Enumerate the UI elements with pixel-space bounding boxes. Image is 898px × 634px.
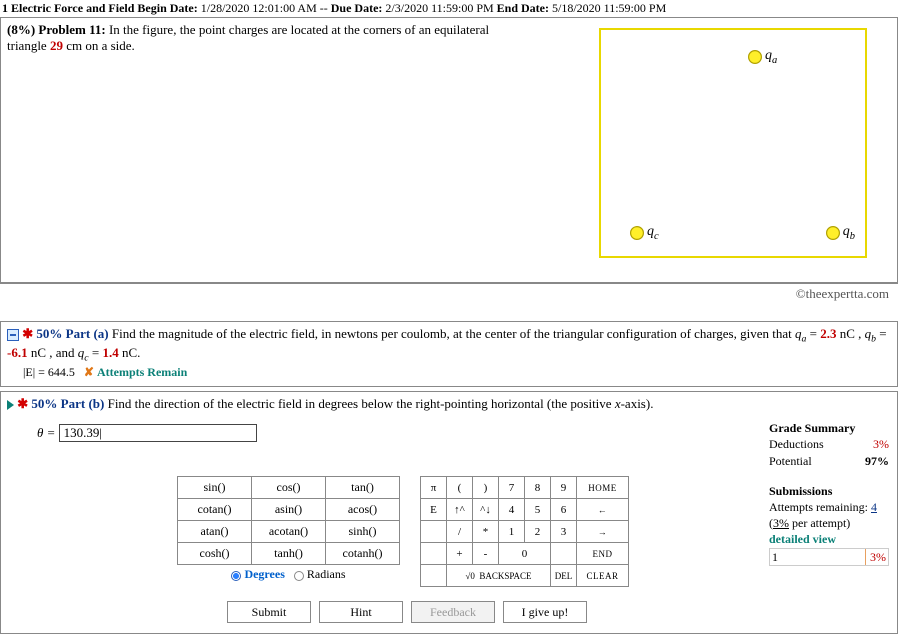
incorrect-icon: ✱ bbox=[22, 326, 33, 341]
func-sinh[interactable]: sinh() bbox=[326, 521, 400, 543]
key-1[interactable]: 1 bbox=[499, 521, 525, 543]
key-right[interactable]: → bbox=[577, 521, 629, 543]
copyright-text: ©theexpertta.com bbox=[796, 286, 889, 302]
collapse-icon[interactable] bbox=[7, 329, 19, 341]
key-pow-down[interactable]: ^↓ bbox=[473, 499, 499, 521]
key-dot[interactable] bbox=[551, 543, 577, 565]
key-3[interactable]: 3 bbox=[551, 521, 577, 543]
key-left[interactable]: ← bbox=[577, 499, 629, 521]
problem-statement: (8%) Problem 11: In the figure, the poin… bbox=[0, 17, 898, 283]
func-acotan[interactable]: acotan() bbox=[252, 521, 326, 543]
func-sin[interactable]: sin() bbox=[178, 477, 252, 499]
key-7[interactable]: 7 bbox=[499, 477, 525, 499]
grade-summary-title: Grade Summary bbox=[769, 421, 855, 435]
part-a: ✱ 50% Part (a) Find the magnitude of the… bbox=[0, 321, 898, 387]
part-a-label: 50% Part (a) bbox=[36, 326, 108, 341]
key-lparen[interactable]: ( bbox=[447, 477, 473, 499]
submissions-title: Submissions bbox=[769, 484, 832, 498]
func-cotan[interactable]: cotan() bbox=[178, 499, 252, 521]
radians-radio[interactable]: Radians bbox=[294, 567, 346, 581]
func-cosh[interactable]: cosh() bbox=[178, 543, 252, 565]
assignment-info-bar: 1 Electric Force and Field Begin Date: 1… bbox=[0, 0, 898, 17]
attempts-remain-link[interactable]: Attempts Remain bbox=[97, 365, 187, 379]
key-5[interactable]: 5 bbox=[525, 499, 551, 521]
giveup-button[interactable]: I give up! bbox=[503, 601, 587, 623]
detailed-view-link[interactable]: detailed view bbox=[769, 532, 836, 546]
key-pow-up[interactable]: ↑^ bbox=[447, 499, 473, 521]
key-clear[interactable]: CLEAR bbox=[577, 565, 629, 587]
key-del[interactable]: DEL bbox=[551, 565, 577, 587]
key-blank3[interactable] bbox=[421, 565, 447, 587]
key-backspace[interactable]: √0 BACKSPACE bbox=[447, 565, 551, 587]
play-icon[interactable] bbox=[7, 400, 14, 410]
func-acos[interactable]: acos() bbox=[326, 499, 400, 521]
problem-weight: (8%) Problem 11: bbox=[7, 22, 106, 37]
grade-sidebar: Grade Summary Deductions3% Potential97% … bbox=[769, 420, 889, 566]
key-9[interactable]: 9 bbox=[551, 477, 577, 499]
key-rparen[interactable]: ) bbox=[473, 477, 499, 499]
part-a-answer: |E| = 644.5 ✘ Attempts Remain bbox=[23, 365, 891, 380]
key-minus[interactable]: - bbox=[473, 543, 499, 565]
key-home[interactable]: HOME bbox=[577, 477, 629, 499]
action-buttons: Submit Hint Feedback I give up! bbox=[227, 601, 891, 623]
key-blank2[interactable] bbox=[421, 543, 447, 565]
key-div[interactable]: / bbox=[447, 521, 473, 543]
x-icon: ✘ bbox=[84, 365, 94, 379]
key-end[interactable]: END bbox=[577, 543, 629, 565]
func-cotanh[interactable]: cotanh() bbox=[326, 543, 400, 565]
degrees-radio[interactable]: Degrees bbox=[231, 567, 284, 581]
func-cos[interactable]: cos() bbox=[252, 477, 326, 499]
key-8[interactable]: 8 bbox=[525, 477, 551, 499]
key-e[interactable]: E bbox=[421, 499, 447, 521]
key-plus[interactable]: + bbox=[447, 543, 473, 565]
func-tan[interactable]: tan() bbox=[326, 477, 400, 499]
charge-qa: qa bbox=[747, 48, 777, 66]
key-blank1[interactable] bbox=[421, 521, 447, 543]
key-4[interactable]: 4 bbox=[499, 499, 525, 521]
charge-qc: qc bbox=[629, 224, 659, 242]
assignment-title: 1 Electric Force and Field bbox=[2, 1, 134, 15]
charge-qb: qb bbox=[825, 224, 855, 242]
key-0[interactable]: 0 bbox=[499, 543, 551, 565]
submit-button[interactable]: Submit bbox=[227, 601, 311, 623]
hint-button[interactable]: Hint bbox=[319, 601, 403, 623]
key-mul[interactable]: * bbox=[473, 521, 499, 543]
feedback-button: Feedback bbox=[411, 601, 495, 623]
function-keypad: sin()cos()tan() cotan()asin()acos() atan… bbox=[177, 476, 400, 585]
part-b-label: 50% Part (b) bbox=[31, 396, 104, 411]
answer-input-row: θ = bbox=[37, 424, 891, 442]
incorrect-icon: ✱ bbox=[17, 396, 28, 411]
side-length: 29 bbox=[50, 38, 63, 53]
key-pi[interactable]: π bbox=[421, 477, 447, 499]
calculator-keypad: π()789HOME E↑^^↓456← /*123→ +-0 END √0 BA… bbox=[420, 476, 629, 587]
attempts-remaining[interactable]: 4 bbox=[871, 500, 877, 514]
func-asin[interactable]: asin() bbox=[252, 499, 326, 521]
func-tanh[interactable]: tanh() bbox=[252, 543, 326, 565]
func-atan[interactable]: atan() bbox=[178, 521, 252, 543]
theta-input[interactable] bbox=[59, 424, 257, 442]
triangle-figure: qa qc qb bbox=[599, 28, 867, 258]
part-b: ✱ 50% Part (b) Find the direction of the… bbox=[0, 391, 898, 634]
theta-label: θ = bbox=[37, 425, 55, 440]
key-6[interactable]: 6 bbox=[551, 499, 577, 521]
key-2[interactable]: 2 bbox=[525, 521, 551, 543]
